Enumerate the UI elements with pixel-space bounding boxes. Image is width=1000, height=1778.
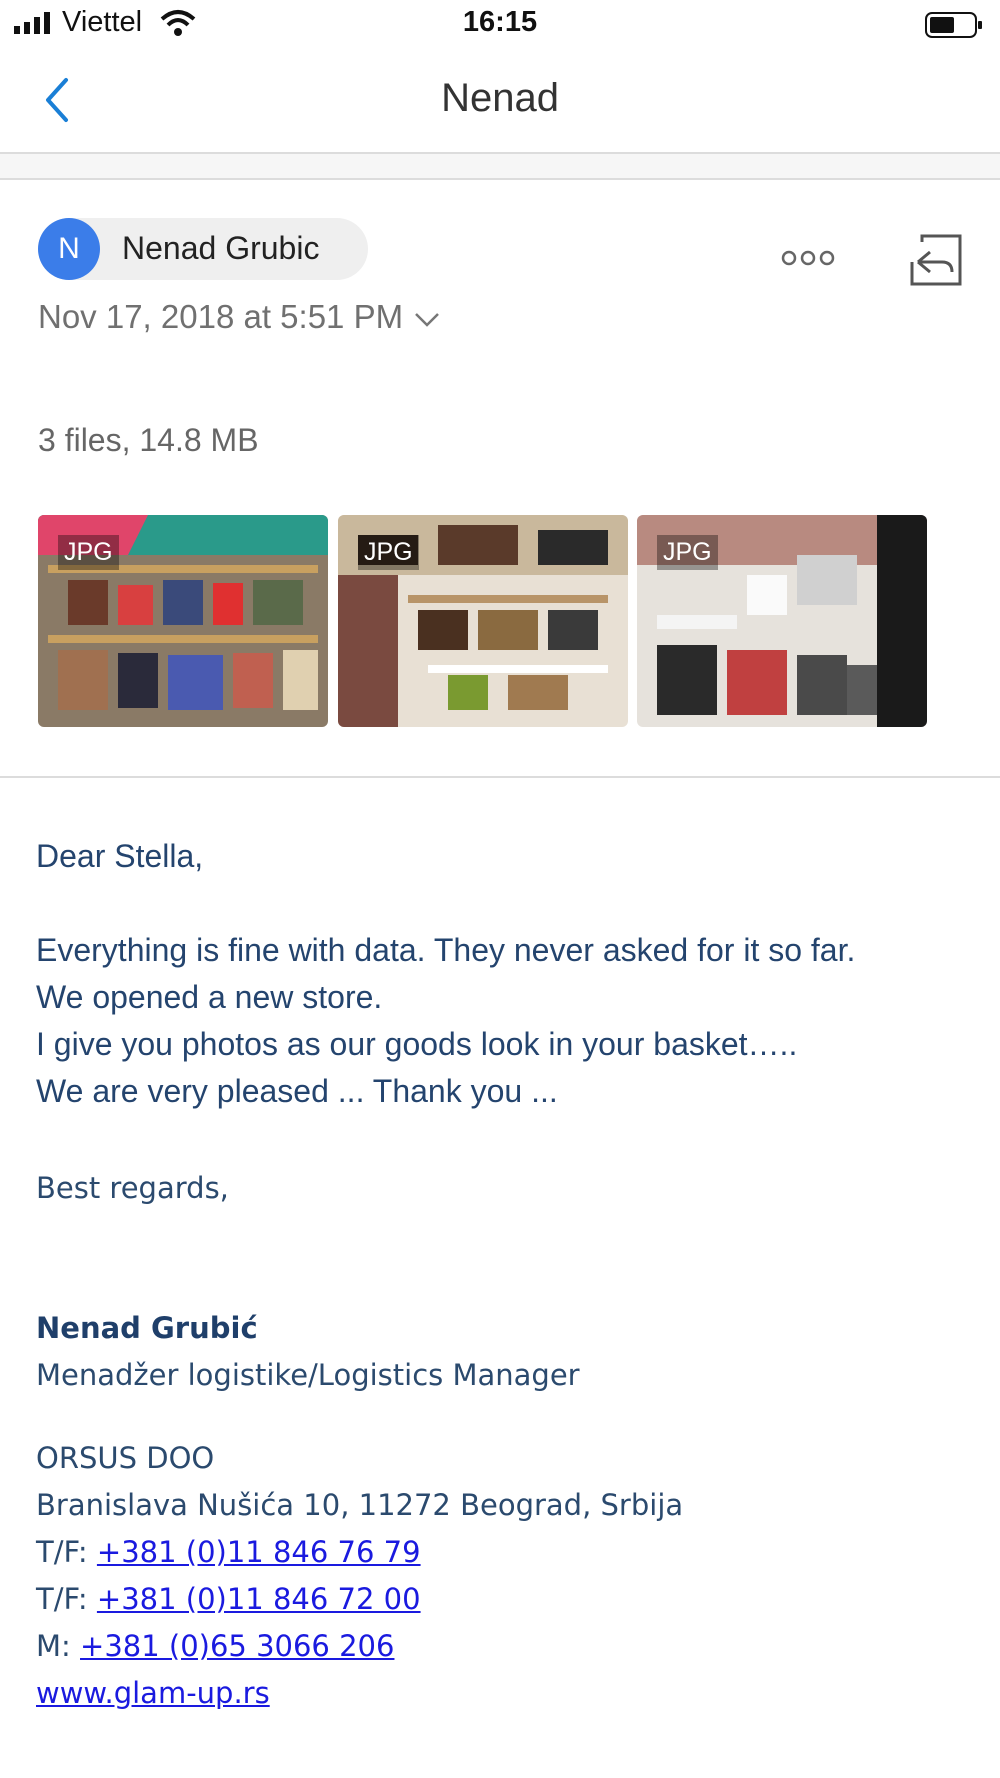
battery-icon <box>925 12 982 38</box>
closing-text: Best regards, <box>36 1171 229 1205</box>
file-type-badge: JPG <box>657 535 718 570</box>
attachment-thumbnail[interactable]: JPG <box>338 515 628 727</box>
divider <box>0 776 1000 778</box>
phone-label: T/F: <box>36 1582 97 1616</box>
body-line: We are very pleased ... Thank you ... <box>36 1073 558 1109</box>
more-icon[interactable] <box>780 248 836 268</box>
signature-company: ORSUS DOO <box>36 1441 215 1475</box>
attachments-summary: 3 files, 14.8 MB <box>38 422 259 458</box>
phone-link[interactable]: +381 (0)11 846 76 79 <box>97 1535 421 1569</box>
divider <box>0 178 1000 180</box>
website-link[interactable]: www.glam-up.rs <box>36 1676 270 1710</box>
clock-time: 16:15 <box>462 6 538 38</box>
signature-role: Menadžer logistike/Logistics Manager <box>36 1358 580 1392</box>
greeting-text: Dear Stella, <box>36 838 204 874</box>
reply-icon[interactable] <box>908 232 964 288</box>
attachment-thumbnail[interactable]: JPG <box>38 515 328 727</box>
attachment-thumbnail[interactable]: JPG <box>637 515 927 727</box>
signature-phone-row: M: +381 (0)65 3066 206 <box>36 1629 394 1663</box>
body-line: We opened a new store. <box>36 979 383 1015</box>
phone-link[interactable]: +381 (0)65 3066 206 <box>80 1629 394 1663</box>
phone-label: M: <box>36 1629 81 1663</box>
message-date: Nov 17, 2018 at 5:51 PM <box>38 298 404 335</box>
page-title: Nenad <box>441 76 559 120</box>
signature-address: Branislava Nušića 10, 11272 Beograd, Srb… <box>36 1488 684 1522</box>
body-line: Everything is fine with data. They never… <box>36 932 856 968</box>
sender-name[interactable]: Nenad Grubic <box>122 230 319 267</box>
phone-label: T/F: <box>36 1535 97 1569</box>
signature-phone-row: T/F: +381 (0)11 846 72 00 <box>36 1582 421 1616</box>
file-type-badge: JPG <box>58 535 119 570</box>
avatar: N <box>38 218 100 280</box>
signature-name: Nenad Grubić <box>36 1311 258 1345</box>
chevron-down-icon[interactable] <box>414 312 440 328</box>
signature-phone-row: T/F: +381 (0)11 846 76 79 <box>36 1535 421 1569</box>
website-row: www.glam-up.rs <box>36 1676 270 1710</box>
file-type-badge: JPG <box>358 535 419 570</box>
phone-link[interactable]: +381 (0)11 846 72 00 <box>97 1582 421 1616</box>
divider-band <box>0 154 1000 178</box>
status-bar: Viettel 16:15 <box>0 0 1000 50</box>
body-line: I give you photos as our goods look in y… <box>36 1026 798 1062</box>
